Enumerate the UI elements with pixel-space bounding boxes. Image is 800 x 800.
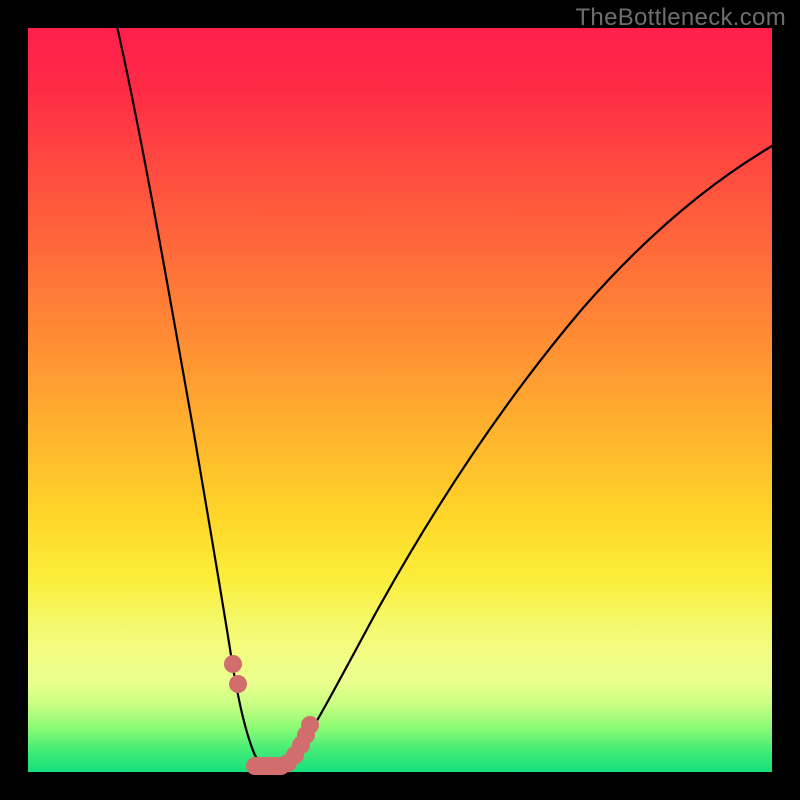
watermark-text: TheBottleneck.com — [575, 4, 786, 32]
curve-svg — [28, 28, 772, 772]
highlight-marker — [224, 655, 242, 673]
chart-frame: TheBottleneck.com — [0, 0, 800, 800]
highlight-marker — [229, 675, 247, 693]
plot-area — [28, 28, 772, 772]
bottleneck-curve-right — [274, 146, 772, 770]
highlight-marker — [301, 716, 319, 734]
bottleneck-curve-left — [116, 22, 274, 770]
